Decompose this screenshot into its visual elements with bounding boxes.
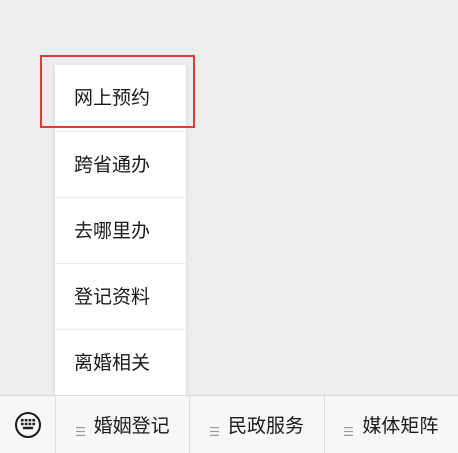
hamburger-icon	[75, 421, 85, 436]
menu-item-cross-province[interactable]: 跨省通办	[55, 131, 186, 197]
tab-civil-affairs-services[interactable]: 民政服务	[190, 396, 325, 453]
hamburger-icon	[209, 421, 219, 436]
bottom-menu-bar: 婚姻登记 民政服务 媒体矩阵	[0, 395, 458, 453]
menu-item-online-booking[interactable]: 网上预约	[55, 65, 186, 131]
tab-marriage-registration[interactable]: 婚姻登记	[56, 396, 191, 453]
menu-item-where-to-go[interactable]: 去哪里办	[55, 197, 186, 263]
keyboard-toggle-button[interactable]	[0, 396, 56, 453]
tab-label: 婚姻登记	[93, 415, 170, 437]
menu-item-divorce-related[interactable]: 离婚相关	[55, 329, 186, 395]
menu-item-registration-materials[interactable]: 登记资料	[55, 263, 186, 329]
hamburger-icon	[344, 421, 354, 436]
tab-media-matrix[interactable]: 媒体矩阵	[325, 396, 458, 453]
tab-label: 民政服务	[227, 415, 304, 437]
tab-label: 媒体矩阵	[362, 415, 439, 437]
keyboard-icon	[14, 411, 41, 438]
popup-menu: 网上预约 跨省通办 去哪里办 登记资料 离婚相关	[55, 65, 186, 395]
